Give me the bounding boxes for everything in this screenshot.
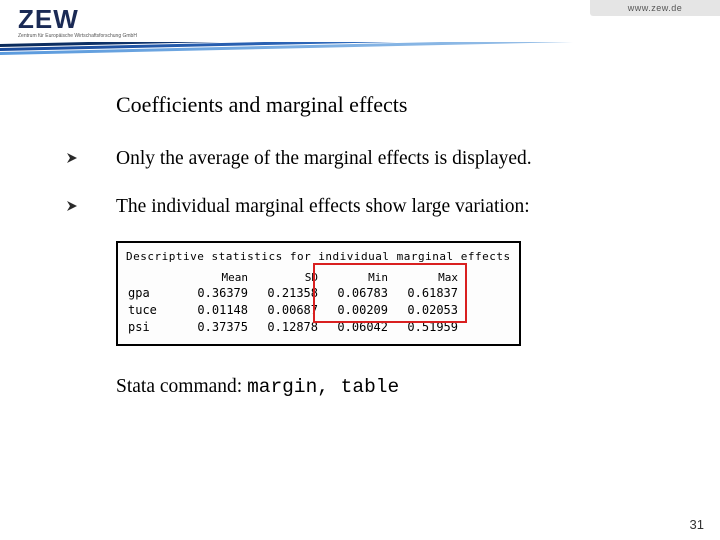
header-url-bar: www.zew.de (590, 0, 720, 16)
table-header: SD (252, 270, 322, 285)
table-rowname: gpa (126, 285, 182, 302)
table-grid: Mean SD Min Max gpa 0.36379 0.21358 0.06… (126, 270, 511, 336)
page-number: 31 (690, 517, 704, 532)
table-rowname: tuce (126, 302, 182, 319)
slide-title: Coefficients and marginal effects (116, 92, 676, 118)
logo-block: ZEW Zentrum für Europäische Wirtschaftsf… (18, 6, 137, 40)
arrow-icon (60, 194, 116, 212)
slide-content: Coefficients and marginal effects Only t… (116, 92, 676, 398)
arrow-icon (60, 146, 116, 164)
table-cell: 0.12878 (252, 319, 322, 336)
table-cell: 0.02053 (392, 302, 462, 319)
table-cell: 0.06783 (322, 285, 392, 302)
logo-subtitle: Zentrum für Europäische Wirtschaftsforsc… (18, 34, 137, 40)
bullet-text: Only the average of the marginal effects… (116, 146, 532, 172)
footnote-prefix: Stata command: (116, 376, 247, 397)
table-cell: 0.00209 (322, 302, 392, 319)
table-header: Mean (182, 270, 252, 285)
table-rowname: psi (126, 319, 182, 336)
bullet-item: The individual marginal effects show lar… (60, 194, 676, 220)
stata-command-code: margin, table (247, 376, 399, 398)
table-cell: 0.21358 (252, 285, 322, 302)
bullet-item: Only the average of the marginal effects… (60, 146, 676, 172)
stats-table: Descriptive statistics for individual ma… (116, 241, 521, 346)
table-header (126, 270, 182, 285)
table-cell: 0.61837 (392, 285, 462, 302)
slide-header: www.zew.de ZEW Zentrum für Europäische W… (0, 0, 720, 56)
header-url-text: www.zew.de (628, 3, 683, 13)
table-cell: 0.36379 (182, 285, 252, 302)
stata-command-line: Stata command: margin, table (116, 376, 676, 398)
table-cell: 0.51959 (392, 319, 462, 336)
table-header: Min (322, 270, 392, 285)
bullet-text: The individual marginal effects show lar… (116, 194, 530, 220)
logo-text: ZEW (18, 6, 137, 32)
table-cell: 0.37375 (182, 319, 252, 336)
header-stripes (0, 42, 720, 56)
table-cell: 0.06042 (322, 319, 392, 336)
table-header: Max (392, 270, 462, 285)
table-cell: 0.01148 (182, 302, 252, 319)
slide: www.zew.de ZEW Zentrum für Europäische W… (0, 0, 720, 540)
table-cell: 0.00687 (252, 302, 322, 319)
table-caption: Descriptive statistics for individual ma… (126, 249, 511, 264)
